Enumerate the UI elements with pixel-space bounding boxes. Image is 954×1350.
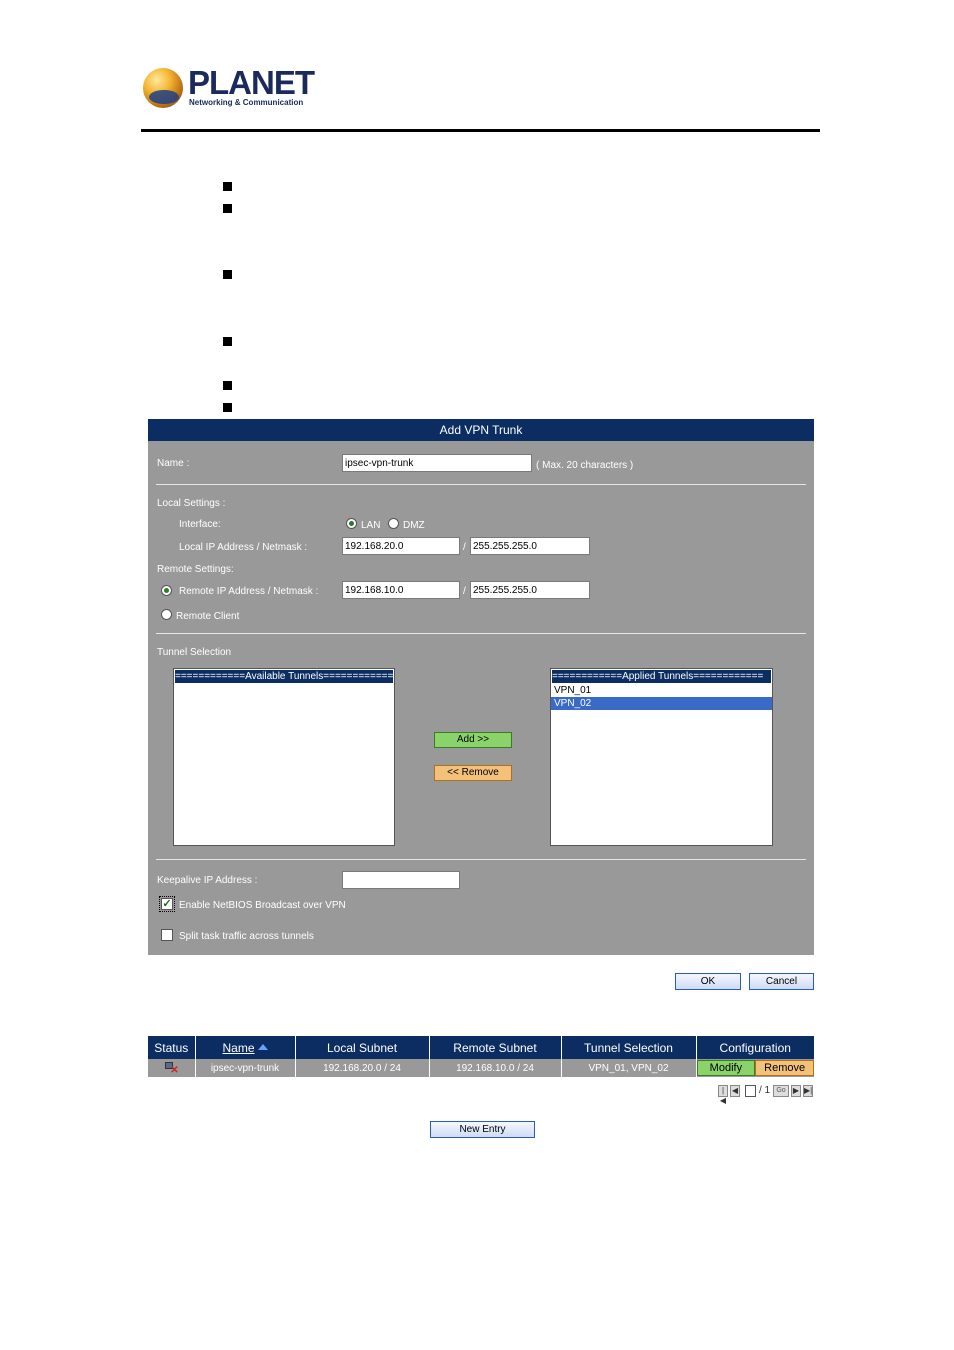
panel-title: Add VPN Trunk: [148, 419, 814, 441]
cancel-button[interactable]: Cancel: [749, 973, 814, 990]
vpn-trunk-table: Status Name Local Subnet Remote Subnet T…: [148, 1036, 814, 1077]
remote-client-radio[interactable]: [161, 609, 172, 620]
local-ip-input[interactable]: [342, 537, 460, 555]
planet-logo: PLANET Networking & Communication: [143, 64, 315, 110]
next-page-icon[interactable]: ▶: [791, 1085, 801, 1097]
remote-ip-input[interactable]: [342, 581, 460, 599]
ok-button[interactable]: OK: [675, 973, 741, 990]
add-vpn-trunk-panel: Add VPN Trunk Name : ( Max. 20 character…: [148, 419, 814, 955]
header-divider: [141, 129, 820, 132]
local-netmask-input[interactable]: [470, 537, 590, 555]
interface-lan-label: LAN: [361, 520, 381, 531]
slash-separator: /: [463, 586, 466, 597]
col-tunnel-selection: Tunnel Selection: [561, 1036, 697, 1059]
applied-tunnel-item-selected[interactable]: VPN_02: [551, 697, 772, 710]
split-traffic-label: Split task traffic across tunnels: [179, 931, 314, 942]
add-tunnel-button[interactable]: Add >>: [434, 732, 512, 748]
globe-icon: [143, 68, 183, 108]
bullet-square-icon: [223, 204, 232, 213]
first-page-icon[interactable]: |◀: [718, 1085, 728, 1105]
divider: [156, 859, 806, 860]
pagination: |◀ ◀ / 1 Go ▶ ▶|: [718, 1085, 814, 1105]
divider: [156, 484, 806, 485]
col-name[interactable]: Name: [195, 1036, 296, 1059]
applied-tunnels-list[interactable]: ============Applied Tunnels============ …: [550, 668, 773, 846]
applied-tunnel-item[interactable]: VPN_01: [551, 684, 772, 697]
bullet-square-icon: [223, 403, 232, 412]
sort-ascending-icon: [257, 1043, 268, 1050]
go-button[interactable]: Go: [773, 1085, 789, 1097]
available-tunnels-list[interactable]: ============Available Tunnels===========…: [173, 668, 395, 846]
col-local-subnet: Local Subnet: [295, 1036, 430, 1059]
name-label: Name :: [157, 458, 190, 469]
bullet-square-icon: [223, 381, 232, 390]
name-input[interactable]: [342, 454, 532, 472]
configuration-cell: Modify Remove: [696, 1059, 814, 1077]
name-hint: ( Max. 20 characters ): [536, 460, 634, 471]
prev-page-icon[interactable]: ◀: [730, 1085, 740, 1097]
divider: [156, 633, 806, 634]
bullet-square-icon: [223, 270, 232, 279]
remove-tunnel-button[interactable]: << Remove: [434, 765, 512, 781]
status-cell: ✕: [148, 1059, 196, 1077]
netbios-label: Enable NetBIOS Broadcast over VPN: [179, 900, 346, 911]
keepalive-ip-input[interactable]: [342, 871, 460, 889]
bullet-square-icon: [223, 182, 232, 191]
available-tunnels-header: ============Available Tunnels===========…: [175, 670, 393, 683]
interface-dmz-label: DMZ: [403, 520, 425, 531]
remote-ip-label: Remote IP Address / Netmask :: [179, 586, 319, 597]
remote-client-label: Remote Client: [176, 611, 240, 622]
netbios-checkbox[interactable]: ✓: [159, 896, 175, 912]
local-subnet-cell: 192.168.20.0 / 24: [295, 1059, 430, 1077]
sort-by-name-link[interactable]: Name: [222, 1041, 254, 1055]
interface-dmz-radio[interactable]: [388, 518, 399, 529]
modify-button[interactable]: Modify: [696, 1060, 756, 1076]
remote-ip-radio[interactable]: [161, 585, 172, 596]
remote-subnet-cell: 192.168.10.0 / 24: [429, 1059, 562, 1077]
interface-label: Interface:: [179, 519, 221, 530]
name-cell: ipsec-vpn-trunk: [195, 1059, 296, 1077]
page-number-input[interactable]: [745, 1085, 756, 1097]
local-settings-label: Local Settings :: [157, 498, 226, 509]
applied-tunnels-header: ============Applied Tunnels============: [552, 670, 771, 683]
table-row: ✕ ipsec-vpn-trunk 192.168.20.0 / 24 192.…: [148, 1059, 814, 1077]
split-traffic-checkbox[interactable]: [161, 929, 173, 941]
new-entry-button[interactable]: New Entry: [430, 1121, 535, 1138]
col-configuration: Configuration: [696, 1036, 814, 1059]
remote-netmask-input[interactable]: [470, 581, 590, 599]
col-status: Status: [148, 1036, 196, 1059]
disconnected-status-icon: ✕: [164, 1061, 179, 1076]
slash-separator: /: [463, 542, 466, 553]
tunnel-selection-cell: VPN_01, VPN_02: [561, 1059, 697, 1077]
keepalive-label: Keepalive IP Address :: [157, 875, 258, 886]
tunnel-selection-label: Tunnel Selection: [157, 647, 232, 658]
logo-tagline: Networking & Communication: [189, 98, 304, 107]
remote-settings-label: Remote Settings:: [157, 564, 234, 575]
remove-button[interactable]: Remove: [755, 1060, 814, 1076]
bullet-square-icon: [223, 337, 232, 346]
last-page-icon[interactable]: ▶|: [803, 1085, 813, 1097]
local-ip-label: Local IP Address / Netmask :: [179, 542, 308, 553]
page-total: / 1: [759, 1085, 771, 1096]
col-remote-subnet: Remote Subnet: [429, 1036, 562, 1059]
interface-lan-radio[interactable]: [346, 518, 357, 529]
logo-wordmark: PLANET: [188, 64, 315, 101]
